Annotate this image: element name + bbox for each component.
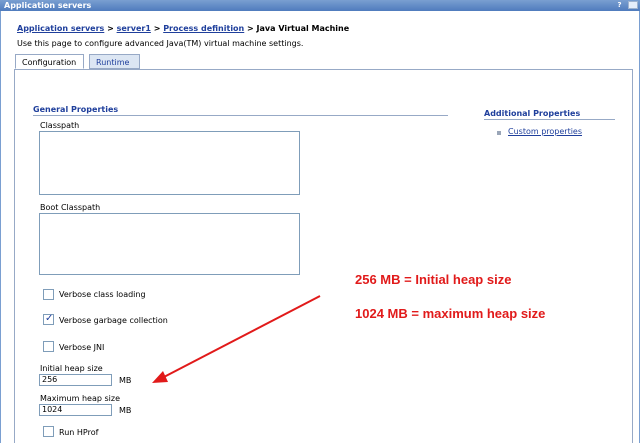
breadcrumb-link-server1[interactable]: server1 [117, 24, 151, 33]
classpath-label: Classpath [40, 121, 80, 130]
breadcrumb: Application servers > server1 > Process … [17, 24, 349, 33]
additional-properties-heading: Additional Properties [484, 109, 615, 120]
bullet-icon [497, 131, 501, 135]
run-hprof-checkbox[interactable] [43, 426, 54, 437]
maximum-heap-size-label: Maximum heap size [40, 394, 120, 403]
breadcrumb-separator: > [153, 24, 161, 33]
initial-heap-size-unit: MB [119, 376, 132, 385]
checkmark-icon: ✓ [45, 313, 54, 324]
maximum-heap-size-unit: MB [119, 406, 132, 415]
verbose-class-loading-label: Verbose class loading [59, 290, 146, 299]
boot-classpath-label: Boot Classpath [40, 203, 101, 212]
breadcrumb-link-process-definition[interactable]: Process definition [163, 24, 244, 33]
verbose-gc-checkbox[interactable]: ✓ [43, 313, 54, 325]
initial-heap-size-label: Initial heap size [40, 364, 103, 373]
verbose-gc-label: Verbose garbage collection [59, 316, 168, 325]
custom-properties-link[interactable]: Custom properties [508, 127, 582, 136]
close-icon[interactable] [628, 1, 638, 9]
annotation-initial-heap: 256 MB = Initial heap size [355, 272, 512, 287]
verbose-jni-label: Verbose JNI [59, 343, 105, 352]
breadcrumb-separator: > [107, 24, 114, 33]
breadcrumb-link-application-servers[interactable]: Application servers [17, 24, 104, 33]
general-properties-heading: General Properties [33, 105, 448, 116]
breadcrumb-current: Java Virtual Machine [256, 24, 350, 33]
boot-classpath-textarea[interactable] [39, 213, 300, 275]
run-hprof-label: Run HProf [59, 428, 99, 437]
tab-configuration[interactable]: Configuration [15, 54, 84, 69]
classpath-textarea[interactable] [39, 131, 300, 195]
maximum-heap-size-input[interactable]: 1024 [39, 404, 112, 416]
verbose-class-loading-checkbox[interactable] [43, 289, 54, 300]
annotation-maximum-heap: 1024 MB = maximum heap size [355, 306, 546, 321]
verbose-jni-checkbox[interactable] [43, 341, 54, 352]
window-title: Application servers [4, 1, 92, 10]
initial-heap-size-input[interactable]: 256 [39, 374, 112, 386]
window-titlebar: Application servers ? [0, 0, 640, 11]
breadcrumb-separator: > [247, 24, 254, 33]
tab-runtime[interactable]: Runtime [89, 54, 140, 69]
help-icon[interactable]: ? [616, 1, 623, 9]
page-description: Use this page to configure advanced Java… [17, 39, 304, 48]
